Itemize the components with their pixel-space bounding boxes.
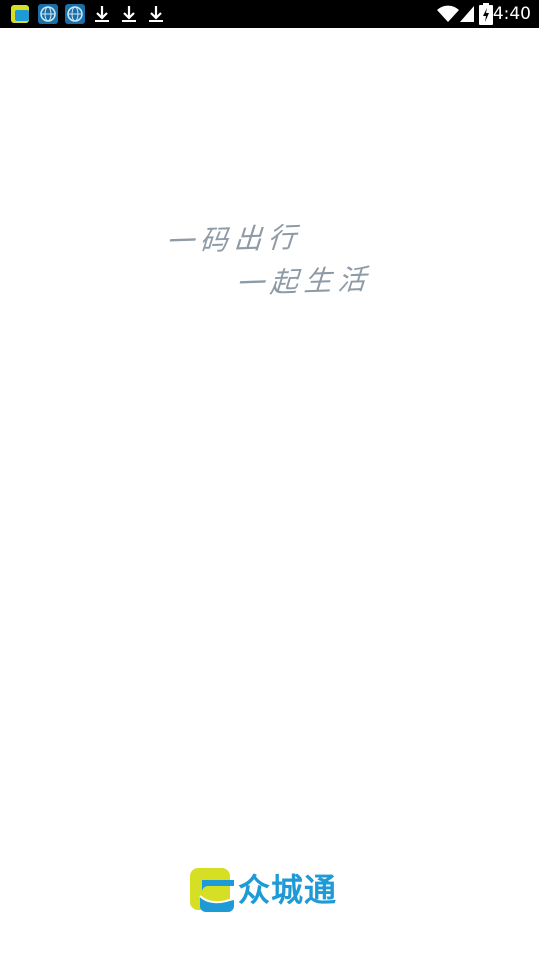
vpn-globe-icon [38,4,58,24]
download-icon [95,6,109,22]
app-notification-icon [11,5,29,23]
vpn-globe-icon [65,4,85,24]
battery-charging-icon [479,3,493,25]
slogan-line-2: 一起生活 [234,262,374,301]
brand-name: 众城通 [238,871,338,909]
download-icon [122,6,136,22]
signal-icon [460,6,474,22]
download-icon [149,6,163,22]
wifi-icon [437,5,459,22]
status-clock: 4:40 [492,4,531,24]
status-bar: 4:40 [0,0,539,28]
brand-logo-icon [190,868,234,912]
slogan-line-1: 一码出行 [164,220,304,259]
